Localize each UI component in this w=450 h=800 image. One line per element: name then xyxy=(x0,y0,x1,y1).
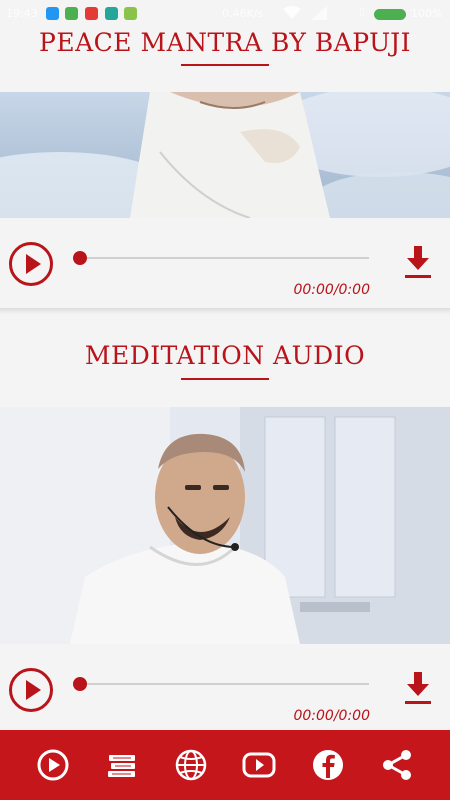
status-time: 19:43 xyxy=(6,7,38,20)
play-icon xyxy=(37,749,69,781)
title-underline xyxy=(181,378,269,380)
seek-bar[interactable] xyxy=(79,683,369,685)
time-readout: 00:00/0:00 xyxy=(293,282,370,298)
nav-youtube-button[interactable] xyxy=(241,747,277,783)
bottom-nav-bar xyxy=(0,730,450,800)
nav-facebook-button[interactable] xyxy=(310,747,346,783)
books-icon xyxy=(108,755,135,777)
share-icon xyxy=(383,750,411,780)
section-title-meditation-audio: MEDITATION AUDIO xyxy=(84,341,366,370)
nav-play-button[interactable] xyxy=(35,747,71,783)
section-title-peace-mantra: PEACE MANTRA BY BAPUJI xyxy=(39,28,411,57)
section-divider xyxy=(0,308,450,314)
signal-icon xyxy=(311,6,327,20)
battery-percent: 100% xyxy=(411,7,443,20)
battery-icon xyxy=(374,9,406,20)
seek-thumb[interactable] xyxy=(73,677,87,691)
play-store-icon xyxy=(105,7,118,20)
nav-books-button[interactable] xyxy=(104,747,140,783)
nav-website-button[interactable] xyxy=(173,747,209,783)
seek-thumb[interactable] xyxy=(73,251,87,265)
time-readout: 00:00/0:00 xyxy=(293,708,370,724)
phone-icon xyxy=(65,7,78,20)
wifi-icon xyxy=(283,6,301,19)
status-bar: 19:43 0.46K/s ▯ 100% xyxy=(0,0,450,28)
seek-bar[interactable] xyxy=(79,257,369,259)
play-button[interactable] xyxy=(9,242,53,286)
globe-icon xyxy=(175,749,207,781)
network-speed: 0.46K/s xyxy=(222,7,264,20)
audio-player-meditation: 00:00/0:00 xyxy=(0,656,450,731)
sim-icon: ▯ xyxy=(359,7,365,18)
bapuji-photo xyxy=(0,92,450,218)
youtube-icon xyxy=(242,752,276,778)
play-icon xyxy=(26,680,41,700)
android-icon xyxy=(124,7,137,20)
nav-share-button[interactable] xyxy=(379,747,415,783)
play-button[interactable] xyxy=(9,668,53,712)
audio-player-peace-mantra: 00:00/0:00 xyxy=(0,230,450,305)
facebook-icon xyxy=(313,750,343,780)
download-icon[interactable] xyxy=(403,672,433,706)
title-underline xyxy=(181,64,269,66)
play-icon xyxy=(26,254,41,274)
download-icon[interactable] xyxy=(403,246,433,280)
usb-icon xyxy=(46,7,59,20)
speaker-photo xyxy=(0,407,450,644)
youtube-icon xyxy=(85,7,98,20)
